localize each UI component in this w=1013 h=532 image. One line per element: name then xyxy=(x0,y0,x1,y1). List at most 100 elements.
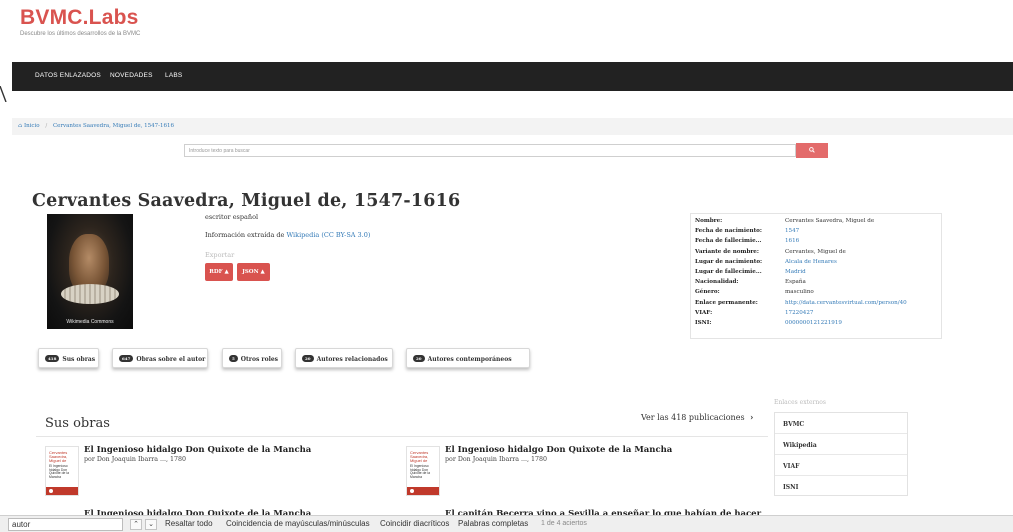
work-author: por Don Joaquin Ibarra ..., 1780 xyxy=(445,456,548,463)
tab-count-badge: 418 xyxy=(45,355,60,362)
info-value: masculino xyxy=(785,289,814,296)
find-bar: autor ⌃ ⌄ Resaltar todo Coincidencia de … xyxy=(0,515,1013,532)
nav-item-novedades[interactable]: NOVEDADES xyxy=(110,72,153,79)
external-link-bvmc[interactable]: BVMC xyxy=(775,413,907,434)
source-info: Información extraída de Wikipedia (CC BY… xyxy=(205,231,370,239)
work-cover[interactable]: Cervantes Saavedra, Miguel de El Ingenio… xyxy=(45,446,79,496)
site-subtitle: Descubre los últimos desarrollos de la B… xyxy=(20,31,141,37)
info-label: VIAF: xyxy=(695,309,713,316)
download-icon: ▲ xyxy=(260,269,265,275)
work-title-link[interactable]: El Ingenioso hidalgo Don Quixote de la M… xyxy=(445,445,672,455)
work-cover[interactable]: Cervantes Saavedra, Miguel de El Ingenio… xyxy=(406,446,440,496)
breadcrumb-current[interactable]: Cervantes Saavedra, Miguel de, 1547-1616 xyxy=(53,123,174,129)
work-author: por Don Joaquin Ibarra ..., 1780 xyxy=(84,456,187,463)
export-label: Exportar xyxy=(205,251,235,259)
find-match-diacritics[interactable]: Coincidir diacríticos xyxy=(380,519,449,528)
tab-obras-sobre-el-autor[interactable]: 647 Obras sobre el autor xyxy=(112,348,208,368)
export-rdf-button[interactable]: RDF ▲ xyxy=(205,263,233,281)
info-value: España xyxy=(785,279,806,286)
wikipedia-link[interactable]: Wikipedia (CC BY-SA 3.0) xyxy=(286,231,370,239)
cover-logo-icon xyxy=(410,489,414,493)
cover-title: El Ingenioso hidalgo Don Quixote de la M… xyxy=(49,464,69,479)
info-value: Cervantes Saavedra, Miguel de xyxy=(785,218,875,224)
tab-autores-relacionados[interactable]: 20 Autores relacionados xyxy=(295,348,393,368)
export-rdf-label: RDF xyxy=(209,269,223,275)
breadcrumb-separator: / xyxy=(45,123,48,129)
info-value-link[interactable]: Madrid xyxy=(785,269,806,275)
external-links-label: Enlaces externos xyxy=(774,399,826,406)
cover-logo-icon xyxy=(49,489,53,493)
main-navbar: DATOS ENLAZADOS NOVEDADES LABS xyxy=(12,62,1013,91)
tab-count-badge: 647 xyxy=(119,355,134,362)
info-label: Nacionalidad: xyxy=(695,279,739,286)
info-label: Enlace permanente: xyxy=(695,299,758,306)
see-all-label: Ver las 418 publicaciones xyxy=(641,413,745,422)
source-prefix: Información extraída de xyxy=(205,231,285,239)
page-title: Cervantes Saavedra, Miguel de, 1547-1616 xyxy=(32,191,461,211)
info-label: ISNI: xyxy=(695,320,712,326)
info-label: Variante de nombre: xyxy=(695,248,759,255)
info-label: Nombre: xyxy=(695,218,723,224)
find-highlight-all[interactable]: Resaltar todo xyxy=(165,519,213,528)
nav-item-datos-enlazados[interactable]: DATOS ENLAZADOS xyxy=(35,72,101,79)
tab-label: Sus obras xyxy=(62,356,96,363)
external-links-list: BVMC Wikipedia VIAF ISNI xyxy=(774,412,908,496)
image-credit[interactable]: Wikimedia Commons xyxy=(47,319,133,325)
info-label: Lugar de nacimiento: xyxy=(695,258,763,265)
tab-count-badge: 20 xyxy=(413,355,425,362)
breadcrumb-home[interactable]: Inicio xyxy=(24,123,40,129)
info-value-link[interactable]: 0000000121221919 xyxy=(785,320,842,326)
tab-otros-roles[interactable]: 5 Otros roles xyxy=(222,348,282,368)
cover-title: El Ingenioso hidalgo Don Quixote de la M… xyxy=(410,464,430,479)
author-info-table: Nombre: Cervantes Saavedra, Miguel de Fech… xyxy=(690,213,942,339)
see-all-link[interactable]: Ver las 418 publicaciones › xyxy=(641,412,753,422)
search-button[interactable] xyxy=(796,143,828,158)
info-value: Cervantes, Miguel de xyxy=(785,248,846,255)
find-match-count: 1 de 4 aciertos xyxy=(541,520,587,527)
external-link-viaf[interactable]: VIAF xyxy=(775,455,907,476)
site-title[interactable]: BVMC.Labs xyxy=(20,6,140,30)
search-icon xyxy=(809,146,815,153)
tab-label: Otros roles xyxy=(240,356,279,363)
info-value-link[interactable]: 1616 xyxy=(785,238,799,244)
page-edge-mark xyxy=(0,86,7,102)
tab-label: Autores relacionados xyxy=(316,356,388,363)
export-json-label: JSON xyxy=(242,269,259,275)
external-link-isni[interactable]: ISNI xyxy=(775,476,907,497)
tab-count-badge: 5 xyxy=(229,355,238,362)
export-json-button[interactable]: JSON ▲ xyxy=(237,263,270,281)
author-occupation: escritor español xyxy=(205,213,259,221)
chevron-down-icon: ⌄ xyxy=(148,521,154,528)
search-input[interactable]: Introduce texto para buscar xyxy=(184,144,796,157)
chevron-right-icon: › xyxy=(750,412,754,422)
info-label: Fecha de fallecimie... xyxy=(695,238,762,245)
tab-count-badge: 20 xyxy=(302,355,314,362)
info-label: Fecha de nacimiento: xyxy=(695,228,762,235)
info-value-link[interactable]: 1547 xyxy=(785,228,799,234)
home-icon[interactable]: ⌂ xyxy=(18,123,22,129)
tab-label: Obras sobre el autor xyxy=(136,356,206,363)
site-brand[interactable]: BVMC.Labs Descubre los últimos desarroll… xyxy=(20,6,140,37)
works-section-title: Sus obras xyxy=(45,416,110,431)
info-value-link[interactable]: 17220427 xyxy=(785,310,813,316)
tab-label: Autores contemporáneos xyxy=(427,356,512,363)
info-value-link[interactable]: Alcala de Henares xyxy=(785,259,837,265)
breadcrumb: ⌂ Inicio / Cervantes Saavedra, Miguel de… xyxy=(12,118,1013,135)
chevron-up-icon: ⌃ xyxy=(133,521,139,528)
find-input[interactable]: autor xyxy=(8,518,123,531)
tab-autores-contemporaneos[interactable]: 20 Autores contemporáneos xyxy=(406,348,530,368)
info-label: Lugar de fallecimie... xyxy=(695,269,762,275)
nav-item-labs[interactable]: LABS xyxy=(165,72,182,79)
find-whole-words[interactable]: Palabras completas xyxy=(458,519,528,528)
find-match-case[interactable]: Coincidencia de mayúsculas/minúsculas xyxy=(226,519,370,528)
portrait-ruff xyxy=(61,284,119,304)
external-link-wikipedia[interactable]: Wikipedia xyxy=(775,434,907,455)
info-label: Género: xyxy=(695,289,720,296)
tab-sus-obras[interactable]: 418 Sus obras xyxy=(38,348,99,368)
author-portrait: Wikimedia Commons xyxy=(47,214,133,329)
work-title-link[interactable]: El Ingenioso hidalgo Don Quixote de la M… xyxy=(84,445,311,455)
find-previous-button[interactable]: ⌃ xyxy=(130,519,142,530)
find-next-button[interactable]: ⌄ xyxy=(145,519,157,530)
info-value-link[interactable]: http://data.cervantesvirtual.com/person/… xyxy=(785,300,907,306)
section-divider xyxy=(36,436,768,437)
